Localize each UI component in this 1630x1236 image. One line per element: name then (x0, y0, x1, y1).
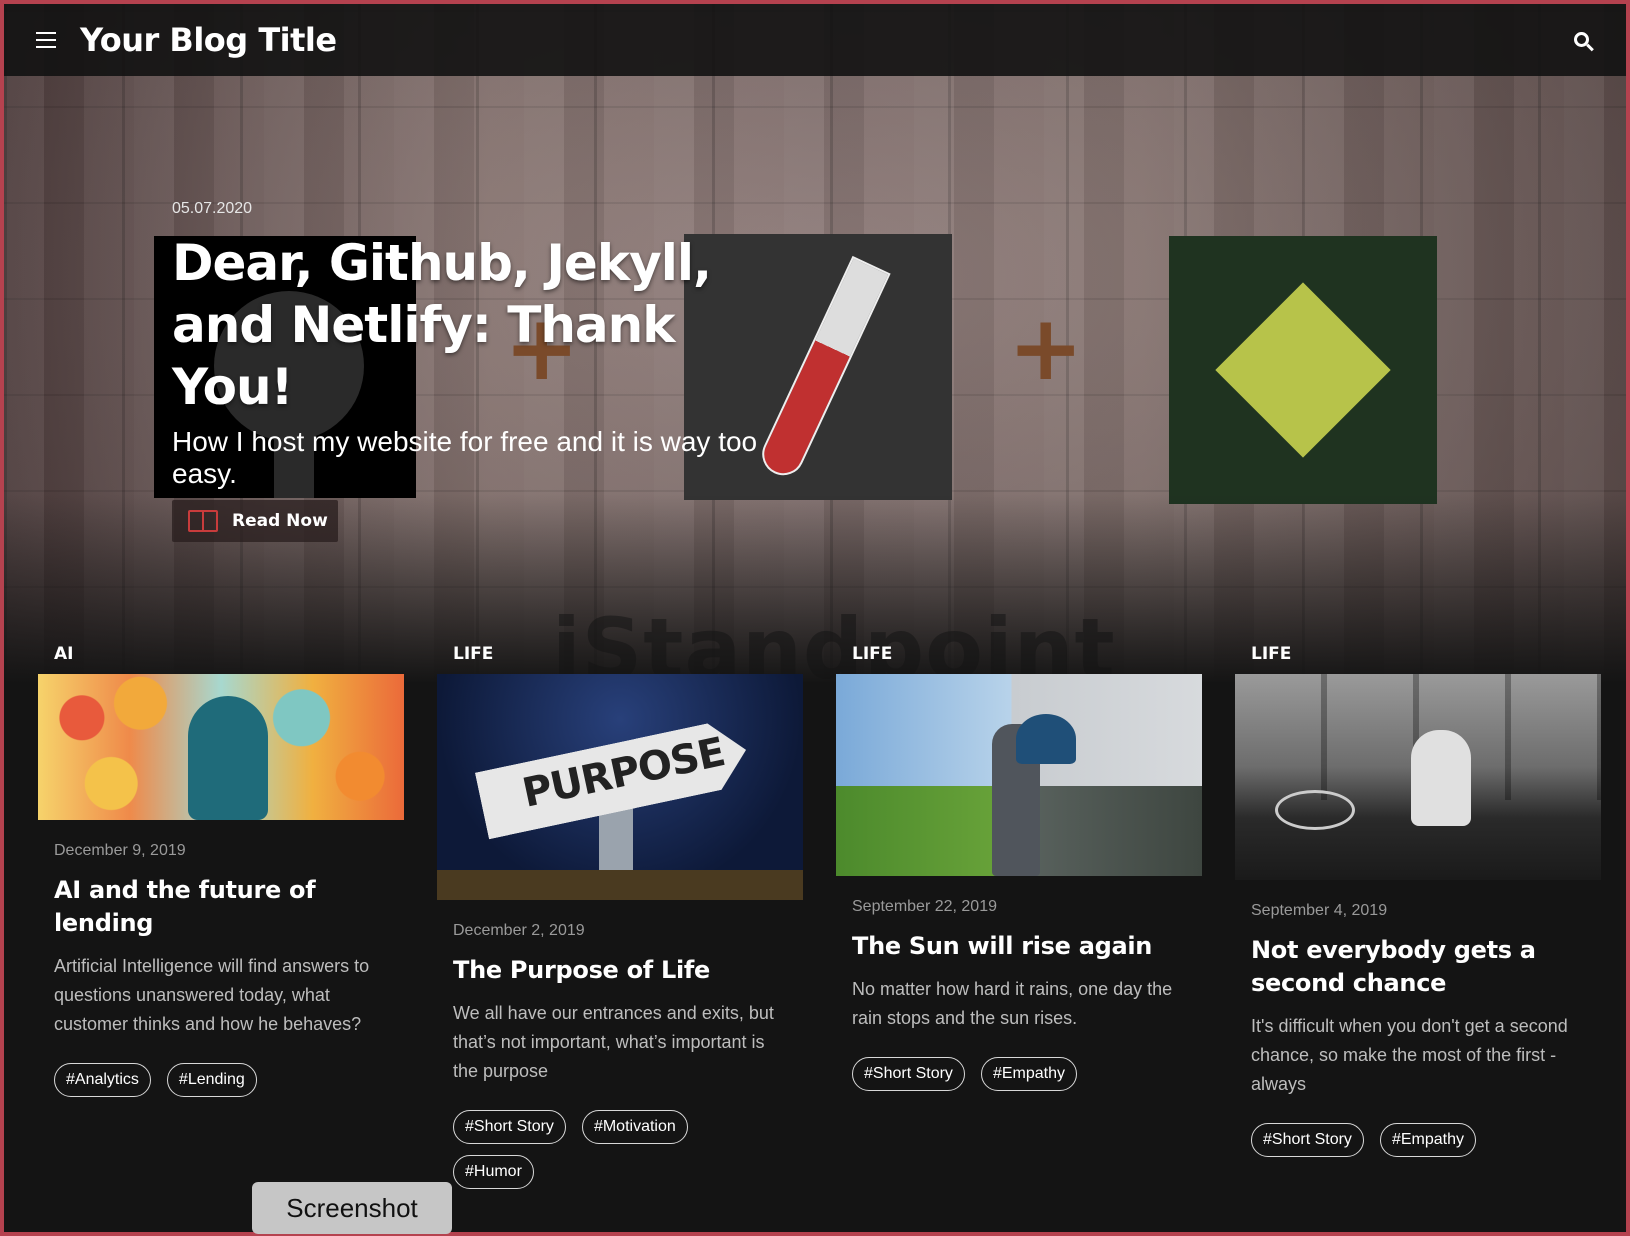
tag-chip[interactable]: #Motivation (581, 1110, 688, 1144)
read-now-button[interactable]: Read Now (172, 500, 338, 542)
hero-date: 05.07.2020 (172, 200, 253, 217)
post-excerpt: It's difficult when you don't get a seco… (1251, 1016, 1568, 1094)
post-category[interactable]: AI (54, 644, 404, 674)
tag-chip[interactable]: #Empathy (980, 1057, 1077, 1091)
post-excerpt: We all have our entrances and exits, but… (453, 1003, 774, 1081)
post-excerpt: Artificial Intelligence will find answer… (54, 956, 370, 1034)
post-thumbnail[interactable] (836, 674, 1202, 876)
post-date: September 22, 2019 (852, 898, 997, 915)
post-excerpt: No matter how hard it rains, one day the… (852, 979, 1173, 1028)
post-title[interactable]: AI and the future of lending (54, 874, 388, 940)
post-title[interactable]: The Purpose of Life (453, 954, 787, 987)
screenshot-tooltip: Screenshot (252, 1182, 452, 1234)
netlify-logo-image (1169, 236, 1437, 504)
post-category[interactable]: LIFE (453, 644, 803, 674)
tag-chip[interactable]: #Humor (453, 1155, 534, 1189)
post-category[interactable]: LIFE (1251, 644, 1601, 674)
post-card[interactable]: AI December 9, 2019 AI and the future of… (38, 644, 404, 1200)
blog-title[interactable]: Your Blog Title (80, 21, 337, 59)
post-date: December 2, 2019 (453, 922, 585, 939)
post-tags: #Short Story #Empathy (1251, 1123, 1585, 1168)
plus-icon: + (1008, 296, 1084, 401)
post-grid: AI December 9, 2019 AI and the future of… (38, 644, 1601, 1200)
hamburger-menu-icon[interactable] (36, 32, 56, 48)
hero-title[interactable]: Dear, Github, Jekyll, and Netlify: Thank… (172, 232, 792, 418)
hero-content: 05.07.2020 Dear, Github, Jekyll, and Net… (172, 200, 792, 490)
post-card[interactable]: LIFE September 22, 2019 The Sun will ris… (836, 644, 1202, 1200)
tag-chip[interactable]: #Short Story (852, 1057, 965, 1091)
search-icon[interactable] (1574, 32, 1594, 52)
tag-chip[interactable]: #Lending (166, 1063, 257, 1097)
tag-chip[interactable]: #Short Story (1251, 1123, 1364, 1157)
tag-chip[interactable]: #Empathy (1379, 1123, 1476, 1157)
tag-chip[interactable]: #Analytics (54, 1063, 151, 1097)
tag-chip[interactable]: #Short Story (453, 1110, 566, 1144)
post-date: September 4, 2019 (1251, 902, 1388, 919)
post-date: December 9, 2019 (54, 842, 186, 859)
post-title[interactable]: Not everybody gets a second chance (1251, 934, 1585, 1000)
book-icon (188, 510, 218, 532)
post-category[interactable]: LIFE (852, 644, 1202, 674)
post-title[interactable]: The Sun will rise again (852, 930, 1186, 963)
read-now-label: Read Now (232, 511, 328, 531)
post-thumbnail[interactable]: PURPOSE (437, 674, 803, 900)
post-tags: #Short Story #Motivation #Humor (453, 1110, 787, 1200)
post-tags: #Short Story #Empathy (852, 1057, 1186, 1102)
post-card[interactable]: LIFE September 4, 2019 Not everybody get… (1235, 644, 1601, 1200)
top-nav: Your Blog Title (4, 4, 1626, 76)
post-card[interactable]: LIFE PURPOSE December 2, 2019 The Purpos… (437, 644, 803, 1200)
post-thumbnail[interactable] (38, 674, 404, 820)
post-tags: #Analytics #Lending (54, 1063, 388, 1108)
browser-frame: + + iStandpoint 05.07.2020 Dear, Github,… (0, 0, 1630, 1236)
post-thumbnail[interactable] (1235, 674, 1601, 880)
hero-subtitle: How I host my website for free and it is… (172, 426, 758, 489)
